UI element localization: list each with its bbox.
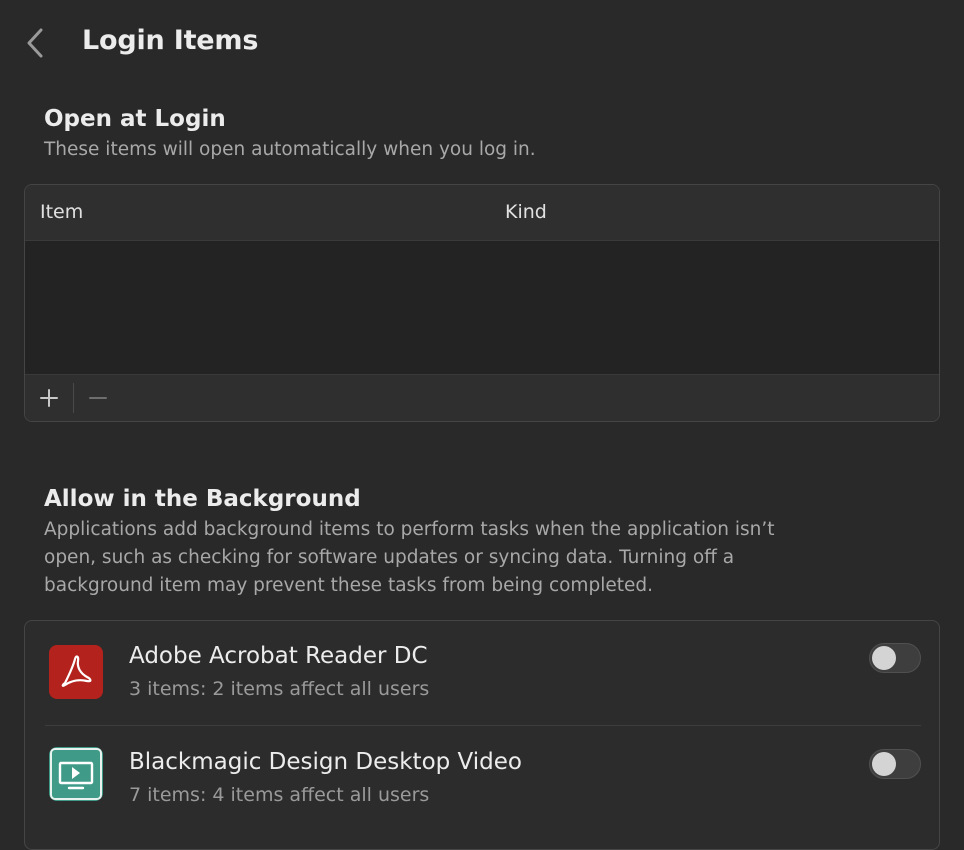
login-items-table: Item Kind: [24, 184, 940, 422]
remove-login-item-button[interactable]: [74, 375, 122, 421]
minus-icon: [89, 397, 107, 399]
back-button[interactable]: [22, 26, 50, 60]
allow-in-background-description-line-3: background item may prevent these tasks …: [44, 575, 653, 596]
plus-icon: [40, 389, 58, 407]
app-detail: 3 items: 2 items affect all users: [129, 678, 430, 700]
toggle-knob: [872, 752, 896, 776]
open-at-login-title: Open at Login: [44, 106, 226, 132]
chevron-left-icon: [27, 28, 43, 58]
table-header: Item Kind: [25, 185, 939, 241]
open-at-login-description: These items will open automatically when…: [44, 139, 536, 160]
allow-in-background-description-line-2: open, such as checking for software upda…: [44, 547, 735, 568]
app-detail: 7 items: 4 items affect all users: [129, 784, 430, 806]
app-name: Adobe Acrobat Reader DC: [129, 643, 428, 669]
background-items-list: Adobe Acrobat Reader DC 3 items: 2 items…: [24, 620, 940, 850]
page-title: Login Items: [82, 25, 259, 56]
allow-in-background-description-line-1: Applications add background items to per…: [44, 519, 775, 540]
desktop-video-icon: [49, 747, 103, 801]
table-footer: [25, 374, 939, 421]
column-header-kind[interactable]: Kind: [505, 201, 547, 223]
table-body-empty[interactable]: [25, 241, 939, 377]
background-item-toggle[interactable]: [869, 749, 921, 779]
header: Login Items: [0, 0, 964, 86]
allow-in-background-title: Allow in the Background: [44, 486, 361, 512]
toggle-knob: [872, 646, 896, 670]
background-item-toggle[interactable]: [869, 643, 921, 673]
column-header-item[interactable]: Item: [40, 201, 83, 223]
app-name: Blackmagic Design Desktop Video: [129, 749, 522, 775]
add-login-item-button[interactable]: [25, 375, 73, 421]
background-item-row[interactable]: Adobe Acrobat Reader DC 3 items: 2 items…: [25, 621, 939, 725]
acrobat-icon: [49, 645, 103, 699]
background-item-row[interactable]: Blackmagic Design Desktop Video 7 items:…: [25, 726, 939, 830]
